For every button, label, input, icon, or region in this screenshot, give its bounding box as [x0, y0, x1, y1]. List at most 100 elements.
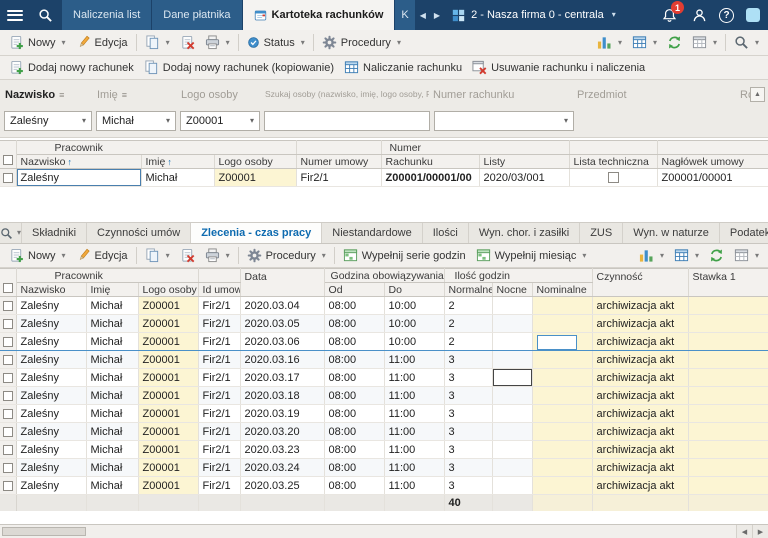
- delete-invoice-button[interactable]: Usuwanie rachunku i naliczenia: [467, 58, 650, 77]
- cell-od[interactable]: 08:00: [324, 405, 384, 423]
- cell-od[interactable]: 08:00: [324, 459, 384, 477]
- cell-nominalne[interactable]: [532, 333, 592, 351]
- table-row[interactable]: Zaleśny Michał Z00001 Fir2/1 2020.03.19 …: [0, 405, 768, 423]
- detail-edit-button[interactable]: Edycja: [71, 246, 133, 265]
- table-row[interactable]: Zaleśny Michał Z00001 Fir2/1 Z00001/0000…: [0, 169, 768, 187]
- cell-stawka[interactable]: [688, 459, 768, 477]
- select-all-checkbox[interactable]: [3, 283, 13, 293]
- row-selector-cell[interactable]: [0, 369, 16, 387]
- grid-view-button[interactable]: ▾: [627, 33, 662, 52]
- notifications-button[interactable]: 1: [656, 0, 683, 30]
- cell-numer-umowy[interactable]: Fir2/1: [296, 169, 381, 187]
- table-row[interactable]: Zaleśny Michał Z00001 Fir2/1 2020.03.06 …: [0, 333, 768, 351]
- cell-stawka[interactable]: [688, 423, 768, 441]
- detail-tab-ilosci[interactable]: Ilości: [423, 223, 469, 243]
- cell-logo[interactable]: Z00001: [138, 477, 198, 495]
- select-all-header[interactable]: [0, 141, 16, 169]
- add-invoice-button[interactable]: Dodaj nowy rachunek: [4, 58, 139, 77]
- cell-nocne[interactable]: [492, 333, 532, 351]
- nominalne-editor[interactable]: [537, 297, 588, 314]
- cell-czynnosc[interactable]: archiwizacja akt: [592, 297, 688, 315]
- detail-search-button[interactable]: ▾: [0, 223, 22, 243]
- tab-scroll-right-icon[interactable]: ▶: [430, 11, 444, 20]
- row-selector-cell[interactable]: [0, 459, 16, 477]
- cell-stawka[interactable]: [688, 387, 768, 405]
- filter-nazwisko-select[interactable]: Zaleśny▾: [4, 111, 92, 131]
- row-checkbox[interactable]: [3, 355, 13, 365]
- user-icon[interactable]: [687, 0, 711, 30]
- cell-od[interactable]: 08:00: [324, 477, 384, 495]
- cell-od[interactable]: 08:00: [324, 387, 384, 405]
- detail-tab-wyn-w-naturze[interactable]: Wyn. w naturze: [623, 223, 720, 243]
- column-header-listy[interactable]: Listy: [479, 155, 569, 169]
- search-records-button[interactable]: ▾: [729, 33, 764, 52]
- cell-normalne[interactable]: 3: [444, 423, 492, 441]
- cell-do[interactable]: 11:00: [384, 459, 444, 477]
- fill-hours-button[interactable]: Wypełnij serie godzin: [338, 246, 471, 265]
- new-button[interactable]: Nowy▾: [4, 33, 71, 52]
- cell-data[interactable]: 2020.03.04: [240, 297, 324, 315]
- cell-listy[interactable]: 2020/03/001: [479, 169, 569, 187]
- column-header-od[interactable]: Od: [324, 283, 384, 297]
- cell-do[interactable]: 10:00: [384, 297, 444, 315]
- fill-month-button[interactable]: Wypełnij miesiąc▾: [471, 246, 592, 265]
- cell-normalne[interactable]: 3: [444, 405, 492, 423]
- cell-imie[interactable]: Michał: [141, 169, 214, 187]
- detail-delete-button[interactable]: [175, 246, 200, 265]
- cell-nominalne[interactable]: [532, 477, 592, 495]
- cell-nocne[interactable]: [492, 315, 532, 333]
- cell-data[interactable]: 2020.03.23: [240, 441, 324, 459]
- detail-refresh-button[interactable]: [704, 246, 729, 265]
- cell-czynnosc[interactable]: archiwizacja akt: [592, 405, 688, 423]
- detail-tab-niestandardowe[interactable]: Niestandardowe: [322, 223, 423, 243]
- delete-button[interactable]: [175, 33, 200, 52]
- table-row[interactable]: Zaleśny Michał Z00001 Fir2/1 2020.03.05 …: [0, 315, 768, 333]
- app-window-icon[interactable]: [746, 8, 760, 22]
- cell-od[interactable]: 08:00: [324, 369, 384, 387]
- calculate-invoice-button[interactable]: Naliczanie rachunku: [339, 58, 467, 77]
- cell-stawka[interactable]: [688, 369, 768, 387]
- cell-id-umowy[interactable]: Fir2/1: [198, 315, 240, 333]
- status-button[interactable]: Status▾: [242, 34, 310, 51]
- table-row[interactable]: Zaleśny Michał Z00001 Fir2/1 2020.03.23 …: [0, 441, 768, 459]
- row-selector-cell[interactable]: [0, 297, 16, 315]
- cell-nazwisko[interactable]: Zaleśny: [16, 315, 86, 333]
- cell-data[interactable]: 2020.03.18: [240, 387, 324, 405]
- scroll-right-button[interactable]: ▶: [752, 525, 768, 538]
- cell-nocne[interactable]: [492, 459, 532, 477]
- cell-czynnosc[interactable]: archiwizacja akt: [592, 441, 688, 459]
- cell-do[interactable]: 11:00: [384, 477, 444, 495]
- cell-normalne[interactable]: 3: [444, 459, 492, 477]
- cell-nocne[interactable]: [492, 441, 532, 459]
- cell-id-umowy[interactable]: Fir2/1: [198, 387, 240, 405]
- cell-logo[interactable]: Z00001: [138, 387, 198, 405]
- select-all-header[interactable]: [0, 269, 16, 297]
- column-header-data[interactable]: Data: [240, 269, 324, 297]
- cell-nazwisko[interactable]: Zaleśny: [16, 477, 86, 495]
- cell-normalne[interactable]: 2: [444, 297, 492, 315]
- lista-techniczna-checkbox[interactable]: [608, 172, 619, 183]
- tab-naliczenia-list[interactable]: Naliczenia list: [62, 0, 151, 30]
- horizontal-scrollbar[interactable]: ◀ ▶: [0, 524, 768, 538]
- row-selector-cell[interactable]: [0, 351, 16, 369]
- detail-tab-wyn-chor-zasilki[interactable]: Wyn. chor. i zasiłki: [469, 223, 580, 243]
- tab-dane-platnika[interactable]: Dane płatnika: [152, 0, 241, 30]
- print-button[interactable]: ▾: [200, 33, 235, 52]
- cell-nocne[interactable]: [492, 477, 532, 495]
- select-all-checkbox[interactable]: [3, 155, 13, 165]
- row-selector-cell[interactable]: [0, 169, 16, 187]
- cell-nominalne[interactable]: [532, 315, 592, 333]
- cell-logo[interactable]: Z00001: [138, 423, 198, 441]
- cell-normalne[interactable]: 3: [444, 351, 492, 369]
- cell-logo[interactable]: Z00001: [138, 369, 198, 387]
- nominalne-editor[interactable]: [537, 369, 588, 386]
- detail-tab-skladniki[interactable]: Składniki: [22, 223, 87, 243]
- cell-imie[interactable]: Michał: [86, 423, 138, 441]
- row-checkbox[interactable]: [3, 319, 13, 329]
- column-header-id-umowy[interactable]: Id umowy: [198, 283, 240, 297]
- row-checkbox[interactable]: [3, 463, 13, 473]
- column-header-nominalne[interactable]: Nominalne: [532, 283, 592, 297]
- cell-logo[interactable]: Z00001: [138, 333, 198, 351]
- cell-imie[interactable]: Michał: [86, 441, 138, 459]
- table-row[interactable]: Zaleśny Michał Z00001 Fir2/1 2020.03.04 …: [0, 297, 768, 315]
